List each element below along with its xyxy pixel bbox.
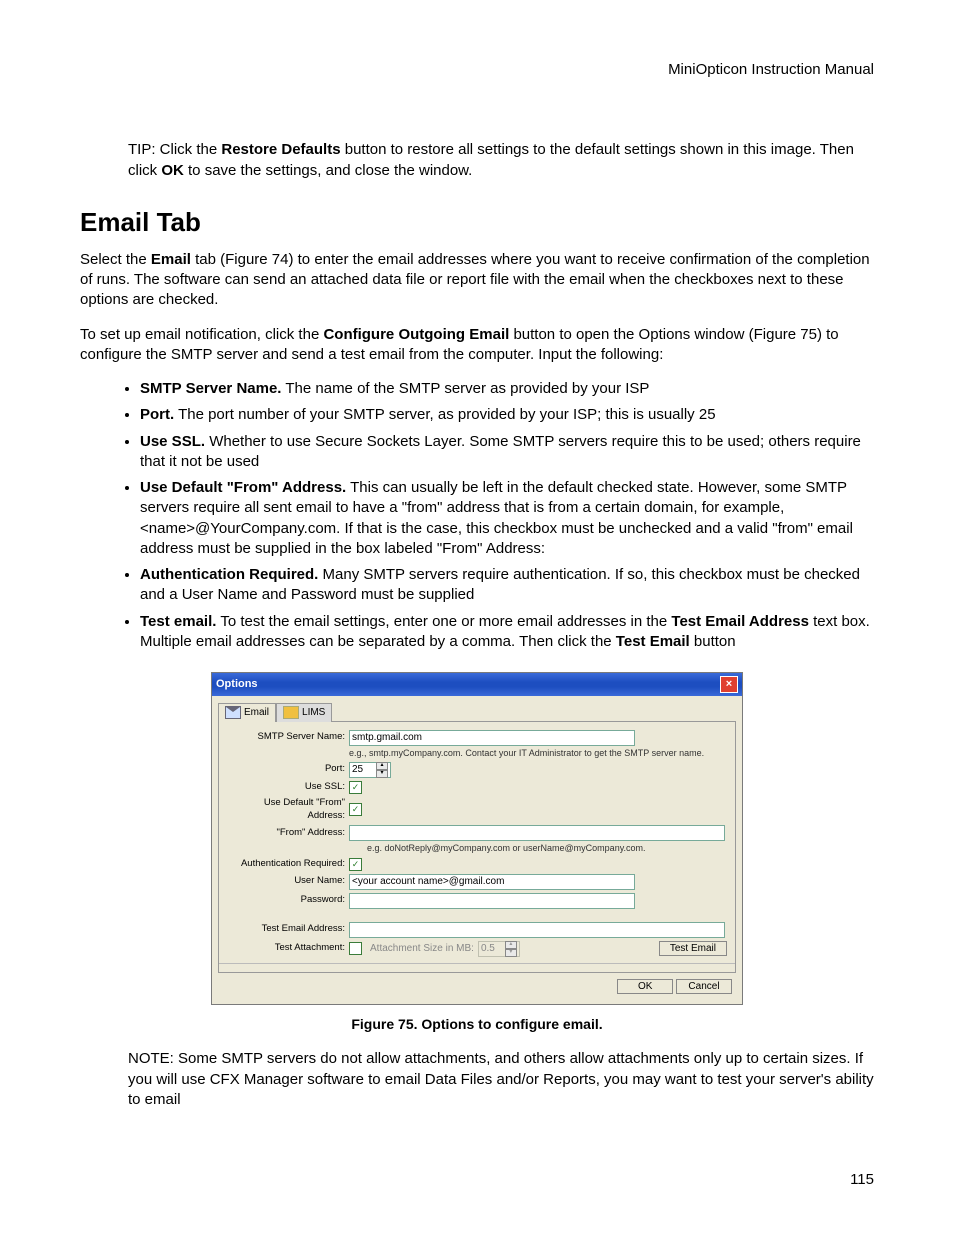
paragraph-setup-email: To set up email notification, click the … bbox=[80, 325, 874, 366]
tab-label: LIMS bbox=[302, 706, 325, 720]
bullet-head: Test Email bbox=[616, 633, 690, 650]
note-paragraph: NOTE: Some SMTP servers do not allow att… bbox=[128, 1049, 874, 1110]
tab-lims[interactable]: LIMS bbox=[276, 703, 332, 722]
port-input[interactable] bbox=[352, 764, 374, 776]
bullet-text: button bbox=[690, 633, 736, 650]
tab-label: Email bbox=[244, 706, 269, 720]
from-address-input bbox=[349, 825, 725, 841]
bullet-head: Test Email Address bbox=[671, 613, 809, 630]
bullet-head: Use Default "From" Address. bbox=[140, 479, 346, 496]
options-dialog: Options × Email LIMS SMTP Server Name: e… bbox=[211, 672, 743, 1004]
from-hint: e.g. doNotReply@myCompany.com or userNam… bbox=[367, 842, 727, 854]
username-input[interactable] bbox=[349, 874, 635, 890]
default-from-checkbox[interactable]: ✓ bbox=[349, 803, 362, 816]
test-attachment-checkbox[interactable]: ✓ bbox=[349, 942, 362, 955]
port-stepper[interactable]: ▴▾ bbox=[349, 762, 391, 778]
bullet-head: SMTP Server Name. bbox=[140, 380, 281, 397]
bullet-text: The port number of your SMTP server, as … bbox=[174, 406, 715, 423]
page-number: 115 bbox=[80, 1170, 874, 1190]
label-username: User Name: bbox=[227, 875, 349, 888]
text: Select the bbox=[80, 251, 151, 268]
smtp-server-input[interactable] bbox=[349, 730, 635, 746]
bullet-head: Authentication Required. bbox=[140, 566, 318, 583]
tip-text: TIP: Click the bbox=[128, 141, 221, 158]
text: To set up email notification, click the bbox=[80, 326, 323, 343]
tab-email[interactable]: Email bbox=[218, 703, 276, 722]
list-item: Use SSL. Whether to use Secure Sockets L… bbox=[140, 432, 874, 473]
list-item: Authentication Required. Many SMTP serve… bbox=[140, 565, 874, 606]
lims-icon bbox=[283, 706, 299, 719]
section-title-email-tab: Email Tab bbox=[80, 205, 874, 240]
label-attachment-size: Attachment Size in MB: bbox=[370, 942, 474, 956]
label-test-email-address: Test Email Address: bbox=[227, 923, 349, 936]
doc-header: MiniOpticon Instruction Manual bbox=[80, 60, 874, 80]
figure-caption: Figure 75. Options to configure email. bbox=[80, 1015, 874, 1034]
attachment-size-stepper: ▴▾ bbox=[478, 941, 520, 957]
spin-down-icon: ▾ bbox=[505, 949, 517, 957]
tip-restore-defaults: Restore Defaults bbox=[221, 141, 340, 158]
auth-required-checkbox[interactable]: ✓ bbox=[349, 858, 362, 871]
spin-down-icon[interactable]: ▾ bbox=[376, 770, 388, 778]
ok-button[interactable]: OK bbox=[617, 979, 673, 994]
cancel-button[interactable]: Cancel bbox=[676, 979, 732, 994]
list-item: Test email. To test the email settings, … bbox=[140, 612, 874, 653]
label-smtp: SMTP Server Name: bbox=[227, 731, 349, 744]
dialog-tabs: Email LIMS bbox=[218, 702, 736, 721]
dialog-title: Options bbox=[216, 677, 258, 692]
spin-up-icon: ▴ bbox=[505, 941, 517, 949]
tip-paragraph: TIP: Click the Restore Defaults button t… bbox=[128, 140, 874, 181]
spin-up-icon[interactable]: ▴ bbox=[376, 762, 388, 770]
bullet-text: To test the email settings, enter one or… bbox=[216, 613, 671, 630]
list-item: Port. The port number of your SMTP serve… bbox=[140, 405, 874, 425]
bullet-list: SMTP Server Name. The name of the SMTP s… bbox=[80, 379, 874, 652]
tip-ok: OK bbox=[161, 162, 184, 179]
label-from-address: "From" Address: bbox=[227, 827, 349, 840]
label-test-attachment: Test Attachment: bbox=[227, 942, 349, 955]
dialog-titlebar[interactable]: Options × bbox=[212, 673, 742, 696]
password-input[interactable] bbox=[349, 893, 635, 909]
close-icon[interactable]: × bbox=[720, 676, 738, 693]
dialog-button-row: OK Cancel bbox=[218, 973, 736, 998]
bullet-head: Test email. bbox=[140, 613, 216, 630]
label-port: Port: bbox=[227, 763, 349, 776]
bullet-text: Whether to use Secure Sockets Layer. Som… bbox=[140, 433, 861, 470]
label-password: Password: bbox=[227, 894, 349, 907]
text-bold: Email bbox=[151, 251, 191, 268]
bullet-text: The name of the SMTP server as provided … bbox=[281, 380, 649, 397]
mail-icon bbox=[225, 706, 241, 719]
text: tab (Figure 74) to enter the email addre… bbox=[80, 251, 870, 309]
text-bold: Configure Outgoing Email bbox=[323, 326, 509, 343]
attachment-size-input bbox=[481, 943, 503, 955]
test-email-button[interactable]: Test Email bbox=[659, 941, 727, 956]
bullet-head: Port. bbox=[140, 406, 174, 423]
dialog-panel: SMTP Server Name: e.g., smtp.myCompany.c… bbox=[218, 721, 736, 973]
tip-text: to save the settings, and close the wind… bbox=[184, 162, 473, 179]
bullet-head: Use SSL. bbox=[140, 433, 205, 450]
paragraph-select-email: Select the Email tab (Figure 74) to ente… bbox=[80, 250, 874, 311]
ssl-checkbox[interactable]: ✓ bbox=[349, 781, 362, 794]
label-auth-required: Authentication Required: bbox=[227, 858, 349, 871]
smtp-hint: e.g., smtp.myCompany.com. Contact your I… bbox=[349, 747, 727, 759]
list-item: SMTP Server Name. The name of the SMTP s… bbox=[140, 379, 874, 399]
test-email-address-input[interactable] bbox=[349, 922, 725, 938]
list-item: Use Default "From" Address. This can usu… bbox=[140, 478, 874, 559]
label-ssl: Use SSL: bbox=[227, 781, 349, 794]
label-default-from: Use Default "From" Address: bbox=[227, 797, 349, 823]
